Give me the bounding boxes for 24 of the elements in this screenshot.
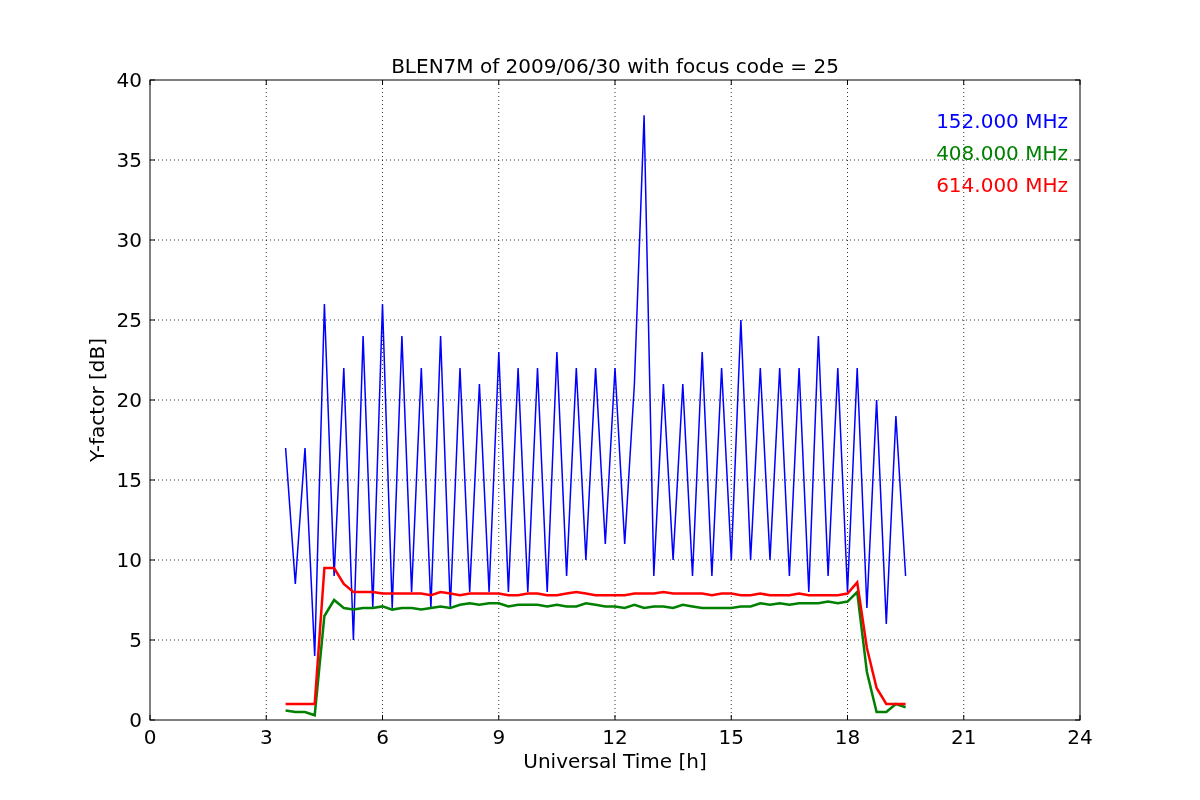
y-tick-label: 40 — [116, 68, 142, 92]
y-tick-label: 25 — [116, 308, 142, 332]
y-tick-label: 35 — [116, 148, 142, 172]
x-axis-label: Universal Time [h] — [523, 749, 707, 773]
y-tick-label: 5 — [129, 628, 142, 652]
legend-label: 152.000 MHz — [936, 109, 1068, 133]
x-tick-label: 3 — [259, 725, 273, 749]
x-tick-label: 24 — [1067, 725, 1093, 749]
legend-label: 408.000 MHz — [936, 141, 1068, 165]
y-tick-label: 15 — [116, 468, 142, 492]
x-tick-label: 9 — [492, 725, 506, 749]
x-tick-label: 0 — [143, 725, 157, 749]
legend-label: 614.000 MHz — [936, 173, 1068, 197]
x-tick-label: 18 — [834, 725, 861, 749]
y-tick-label: 30 — [116, 228, 142, 252]
y-axis-label: Y-factor [dB] — [85, 338, 109, 462]
y-tick-label: 10 — [116, 548, 142, 572]
x-tick-label: 21 — [951, 725, 977, 749]
x-tick-label: 12 — [602, 725, 628, 749]
chart-title: BLEN7M of 2009/06/30 with focus code = 25 — [391, 54, 839, 78]
y-tick-label: 0 — [129, 708, 142, 732]
x-tick-label: 15 — [718, 725, 744, 749]
y-tick-label: 20 — [116, 388, 142, 412]
x-tick-label: 6 — [376, 725, 389, 749]
